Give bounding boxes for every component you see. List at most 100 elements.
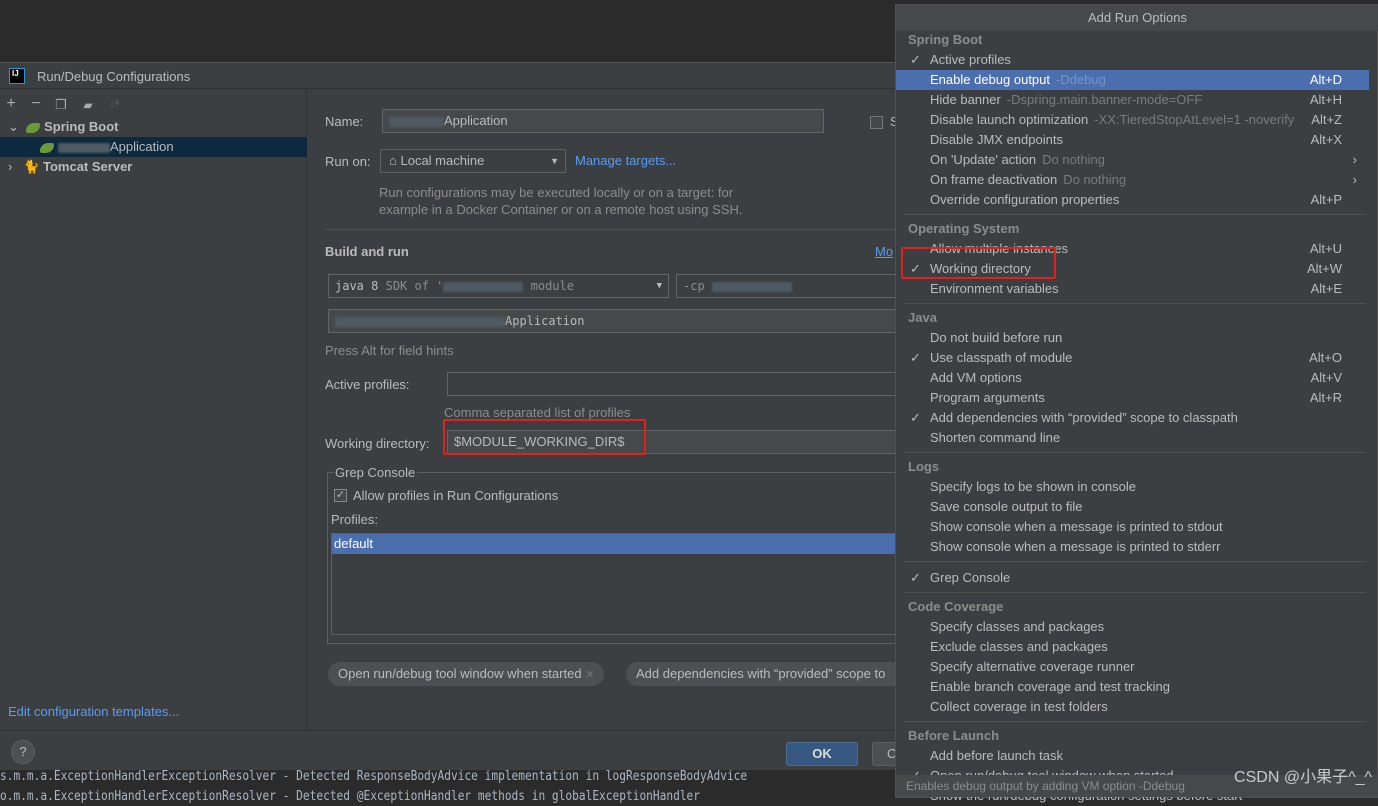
chevron-down-icon[interactable]: ⌄ [8,119,19,134]
chip-open-tool-window[interactable]: Open run/debug tool window when started … [328,662,605,686]
copy-icon[interactable]: ❐ [52,97,70,113]
menu-item-label: Show console when a message is printed t… [930,539,1221,554]
menu-item[interactable]: On frame deactivation Do nothing › [896,170,1369,190]
tree-item-application[interactable]: Application [0,137,307,157]
menu-item-shortcut: Alt+E [1310,281,1342,296]
highlight-box [901,247,1056,279]
menu-item[interactable]: ✓ Grep Console [896,568,1369,588]
manage-targets-link[interactable]: Manage targets... [575,153,676,168]
menu-item[interactable]: Disable JMX endpoints Alt+X [896,130,1369,150]
separator [904,214,1366,215]
active-profiles-label: Active profiles: [325,377,410,392]
edit-configuration-templates-link[interactable]: Edit configuration templates... [8,704,179,719]
folder-add-icon[interactable]: ▰ [79,98,97,112]
watermark: CSDN @小果子^_^ [1234,769,1372,786]
menu-item[interactable]: Shorten command line [896,428,1369,448]
menu-item-label: Do not build before run [930,330,1063,345]
menu-item-shortcut: Alt+U [1309,241,1342,256]
console-line: o.m.m.a.ExceptionHandlerExceptionResolve… [0,789,701,804]
sort-icon[interactable]: ↓ᵃ [105,98,123,110]
menu-item-label: On 'Update' action [930,152,1037,167]
menu-item[interactable]: Do not build before run [896,328,1369,348]
menu-item[interactable]: Override configuration properties Alt+P [896,190,1369,210]
profile-item[interactable]: default [332,534,900,554]
menu-item-shortcut: Alt+X [1310,132,1342,147]
menu-item[interactable]: Specify classes and packages [896,617,1369,637]
run-on-dropdown[interactable]: ⌂ Local machine ▼ [380,149,566,173]
active-profiles-input[interactable] [447,372,900,396]
spring-boot-icon [26,122,41,133]
menu-item[interactable]: Collect coverage in test folders [896,697,1369,717]
menu-item-label: Active profiles [930,52,1011,67]
menu-item-shortcut: Alt+R [1309,390,1342,405]
menu-item[interactable]: Hide banner -Dspring.main.banner-mode=OFF… [896,90,1369,110]
menu-item[interactable]: Exclude classes and packages [896,637,1369,657]
run-on-label: Run on: [325,154,371,169]
chevron-right-icon: › [1352,172,1357,187]
menu-item-label: Specify classes and packages [930,619,1105,634]
menu-item-label: Enable debug output [930,72,1050,87]
menu-item-label: Add before launch task [930,748,1063,763]
allow-profiles-label: Allow profiles in Run Configurations [353,488,559,503]
main-class-input[interactable]: Application [328,309,900,333]
allow-profiles-checkbox[interactable]: ✓ [334,489,347,502]
separator [904,721,1366,722]
jre-dropdown[interactable]: java 8 SDK of ' module ▼ [328,274,669,298]
menu-item[interactable]: Specify alternative coverage runner [896,657,1369,677]
name-input[interactable]: Application [382,109,824,133]
menu-item-label: Use classpath of module [930,350,1073,365]
remove-icon[interactable]: − [27,95,45,113]
menu-item-label: Show console when a message is printed t… [930,519,1223,534]
classpath-module-dropdown[interactable]: -cp [676,274,900,298]
menu-item[interactable]: ✓ Active profiles [896,50,1369,70]
store-as-file-checkbox[interactable] [870,116,883,129]
dialog-title: Run/Debug Configurations [37,69,191,84]
menu-item-shortcut: Alt+O [1309,350,1342,365]
ok-button[interactable]: OK [786,742,858,766]
menu-item[interactable]: Save console output to file [896,497,1369,517]
menu-item-label: Disable JMX endpoints [930,132,1063,147]
menu-item-hint: -XX:TieredStopAtLevel=1 -noverify [1094,112,1295,127]
menu-item[interactable]: Environment variables Alt+E [896,279,1369,299]
menu-item[interactable]: Show console when a message is printed t… [896,537,1369,557]
menu-item[interactable]: Enable branch coverage and test tracking [896,677,1369,697]
check-icon: ✓ [910,350,921,365]
menu-item[interactable]: Add VM options Alt+V [896,368,1369,388]
highlight-box [443,419,646,455]
add-icon[interactable]: + [2,95,20,113]
menu-item-label: Specify logs to be shown in console [930,479,1136,494]
menu-item[interactable]: ✓ Add dependencies with “provided” scope … [896,408,1369,428]
menu-item[interactable]: On 'Update' action Do nothing › [896,150,1369,170]
menu-item-label: Exclude classes and packages [930,639,1108,654]
section-header: Logs [908,459,940,474]
profiles-list[interactable]: default [331,533,901,635]
section-header: Java [908,310,937,325]
menu-item[interactable]: ✓ Use classpath of module Alt+O [896,348,1369,368]
chevron-right-icon[interactable]: › [8,159,12,174]
help-button[interactable]: ? [11,740,35,764]
chip-add-dependencies[interactable]: Add dependencies with “provided” scope t… [626,662,906,686]
home-icon: ⌂ [389,153,397,168]
run-debug-configurations-dialog: IJ Run/Debug Configurations + − ❐ ▰ ↓ᵃ ⌄… [0,62,912,770]
close-icon[interactable]: ✕ [585,669,594,681]
modify-options-link[interactable]: Mo [875,244,893,259]
check-icon: ✓ [910,570,921,585]
menu-item[interactable]: Program arguments Alt+R [896,388,1369,408]
spring-boot-app-icon [40,142,54,153]
menu-item-label: Collect coverage in test folders [930,699,1108,714]
menu-item-shortcut: Alt+V [1310,370,1342,385]
menu-item[interactable]: Enable debug output -Ddebug Alt+D [896,70,1369,90]
tree-item-tomcat-server[interactable]: › 🐈 Tomcat Server [0,157,307,177]
menu-item-hint: Do nothing [1042,152,1106,167]
menu-item-label: Save console output to file [930,499,1083,514]
section-header: Code Coverage [908,599,1004,614]
tree-item-spring-boot[interactable]: ⌄ Spring Boot [0,117,307,137]
menu-item-shortcut: Alt+W [1306,261,1342,276]
menu-item-label: Environment variables [930,281,1059,296]
menu-item[interactable]: Disable launch optimization -XX:TieredSto… [896,110,1369,130]
grep-console-title: Grep Console [333,465,418,480]
grep-console-group: Grep Console ✓ Allow profiles in Run Con… [327,465,901,644]
menu-item-shortcut: Alt+P [1310,192,1342,207]
menu-item[interactable]: Specify logs to be shown in console [896,477,1369,497]
menu-item[interactable]: Show console when a message is printed t… [896,517,1369,537]
